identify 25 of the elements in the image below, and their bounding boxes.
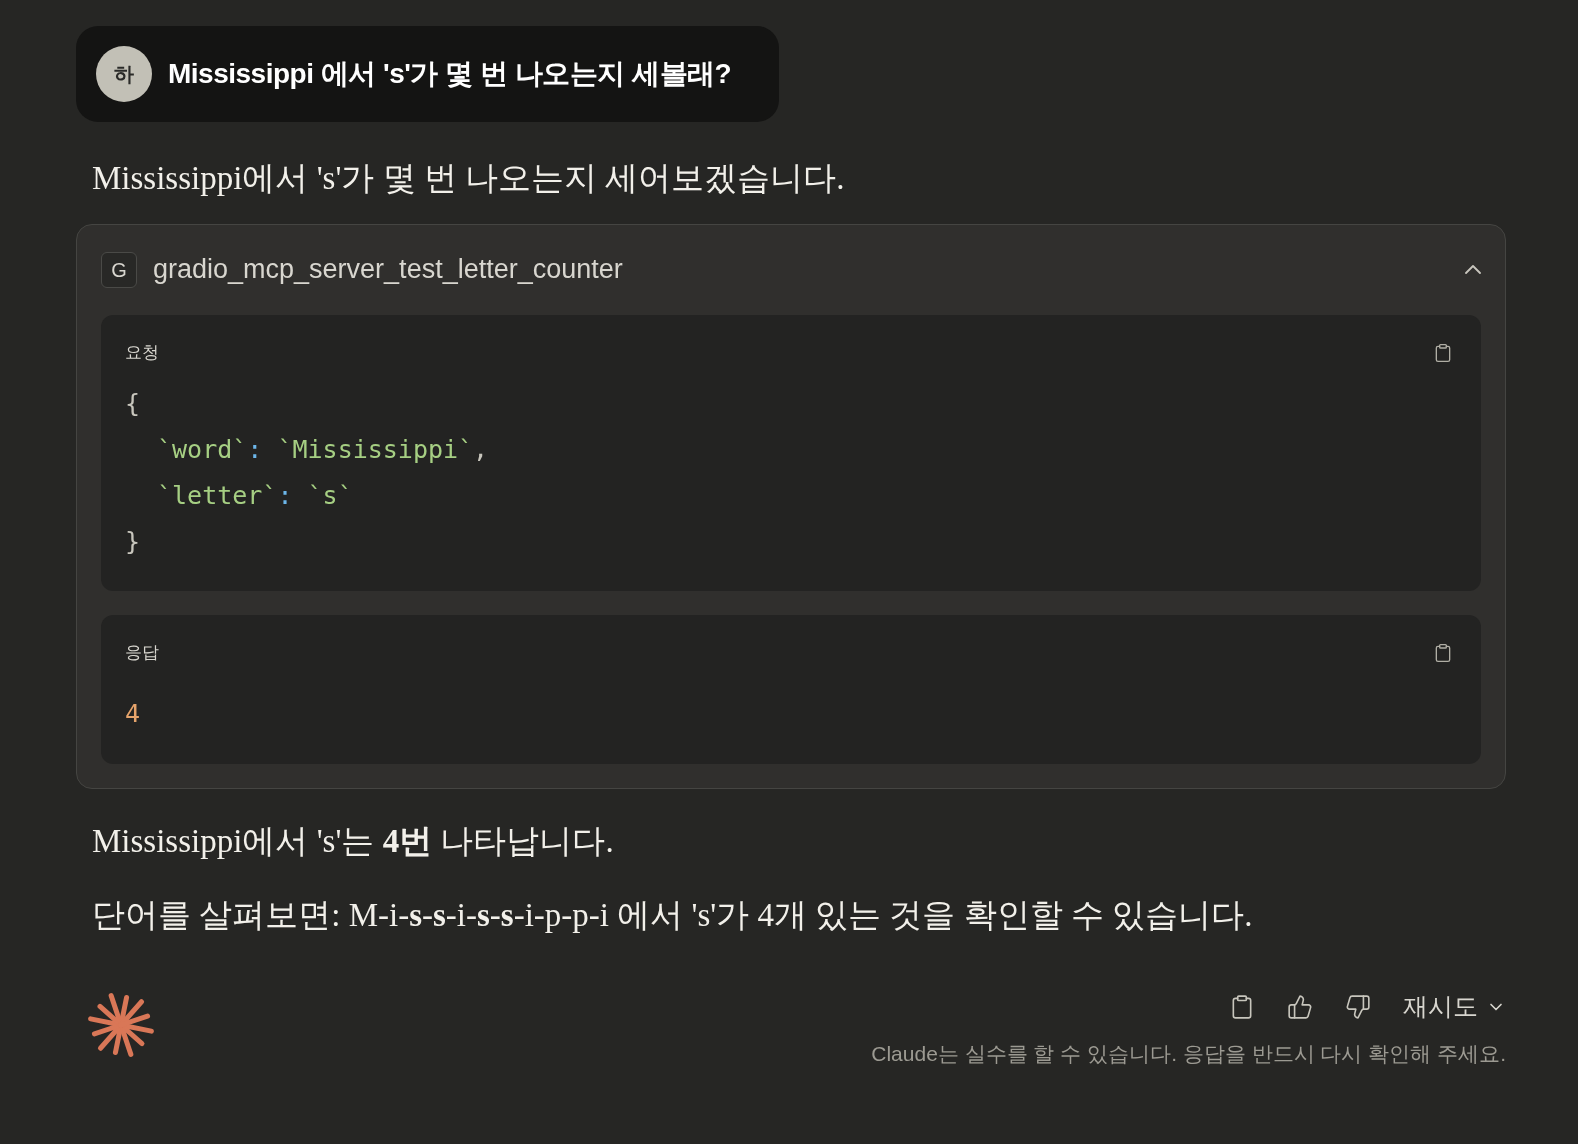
- code-line: `letter`: `s`: [156, 479, 354, 512]
- disclaimer: Claude는 실수를 할 수 있습니다. 응답을 반드시 다시 확인해 주세요.: [871, 1040, 1506, 1067]
- thumbs-down-button[interactable]: [1345, 993, 1371, 1020]
- assistant-intro: Mississippi에서 's'가 몇 번 나오는지 세어보겠습니다.: [91, 159, 846, 198]
- clipboard-icon: [1433, 342, 1453, 363]
- user-avatar: 하: [96, 46, 152, 102]
- chevron-up-icon: [1465, 265, 1481, 274]
- panel-label: 응답: [125, 641, 159, 664]
- answer-paragraph: 단어를 살펴보면: M-i-s-s-i-s-s-i-p-p-i 에서 's'가 4개 있는 것을 확인할 수 있습니다.: [92, 895, 1254, 935]
- thumbs-up-icon: [1287, 993, 1313, 1020]
- tool-badge: G: [101, 251, 137, 288]
- response-value: 4: [125, 697, 142, 730]
- retry-button[interactable]: 재시도: [1403, 988, 1506, 1026]
- user-message: Mississippi 에서 's'가 몇 번 나오는지 세볼래?: [168, 57, 732, 91]
- thumbs-up-button[interactable]: [1287, 993, 1313, 1020]
- panel-label: 요청: [125, 341, 159, 364]
- sparkle-logo-icon: [88, 992, 154, 1058]
- code-line: {: [125, 387, 142, 420]
- clipboard-icon: [1433, 642, 1453, 663]
- code-line: }: [125, 525, 142, 558]
- answer-paragraph: Mississippi에서 's'는 4번 나타납니다.: [92, 822, 615, 861]
- code-line: `word`: `Mississippi`,: [156, 433, 490, 466]
- thumbs-down-icon: [1345, 993, 1371, 1020]
- tool-name: gradio_mcp_server_test_letter_counter: [153, 253, 624, 287]
- collapse-button[interactable]: [1465, 265, 1481, 274]
